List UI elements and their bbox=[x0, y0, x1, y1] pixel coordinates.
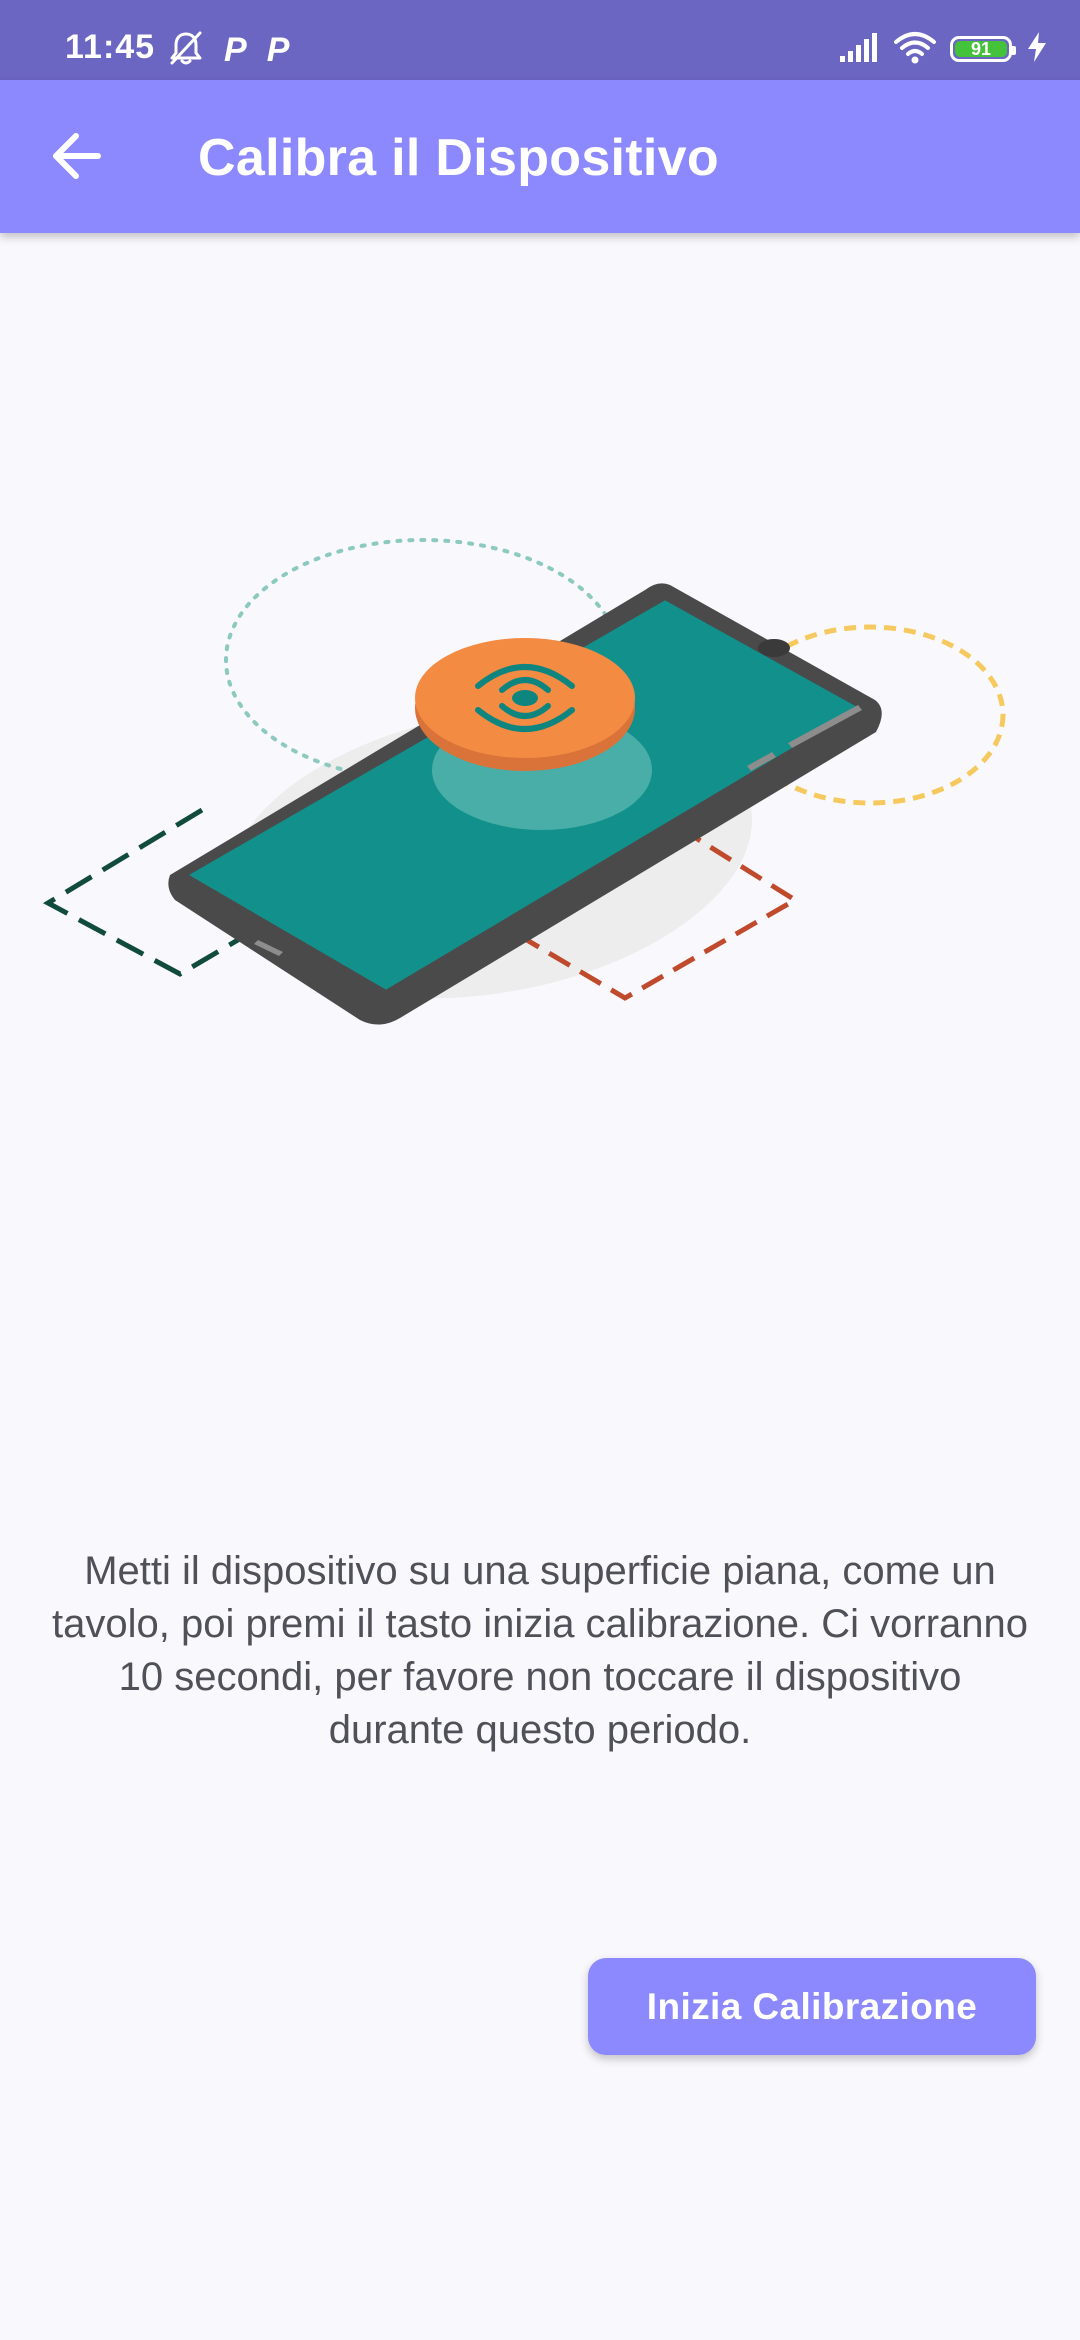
battery-nub bbox=[1012, 46, 1016, 55]
calibration-instructions: Metti il dispositivo su una superficie p… bbox=[51, 1549, 1028, 1752]
battery-level: 91 bbox=[970, 38, 992, 59]
phone-calibration-illustration bbox=[30, 530, 1010, 1050]
start-calibration-button[interactable]: Inizia Calibrazione bbox=[588, 1958, 1036, 2055]
status-time: 11:45 bbox=[65, 28, 156, 66]
battery-icon: 91 bbox=[950, 36, 1016, 62]
charging-icon bbox=[1026, 31, 1048, 68]
status-right-icons: 91 bbox=[840, 28, 1048, 70]
status-left-icons: P P bbox=[168, 30, 289, 70]
arrow-left-icon bbox=[50, 132, 102, 185]
wifi-icon bbox=[894, 30, 936, 69]
app-bar: Calibra il Dispositivo bbox=[0, 80, 1080, 233]
page-title: Calibra il Dispositivo bbox=[198, 129, 719, 187]
phone-notch bbox=[758, 639, 790, 657]
bell-off-icon bbox=[168, 29, 204, 72]
p-icon: P bbox=[224, 31, 247, 69]
back-button[interactable] bbox=[34, 116, 118, 200]
signal-icon bbox=[840, 32, 880, 67]
p-icon: P bbox=[266, 31, 290, 69]
status-bar: 11:45 P P 91 bbox=[0, 0, 1080, 80]
